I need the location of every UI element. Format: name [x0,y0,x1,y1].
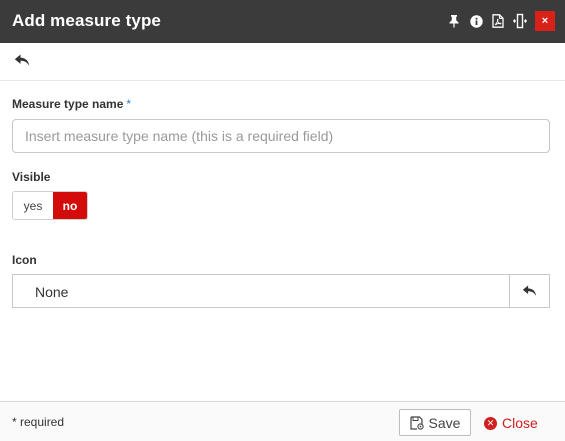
icon-label: Icon [12,253,37,267]
form-toolbar [0,43,565,81]
measure-type-name-label: Measure type name * [12,97,132,111]
titlebar-actions: × [443,11,555,31]
info-icon[interactable] [465,11,487,31]
icon-reset-button[interactable] [509,275,549,307]
close-button[interactable]: ✕ Close [484,414,538,432]
resize-icon[interactable] [509,11,531,31]
visible-no-option[interactable]: no [53,192,87,219]
required-star: * [126,97,132,111]
close-button-label: Close [502,415,538,431]
measure-type-name-input[interactable] [12,119,550,153]
icon-value: None [35,284,69,300]
save-icon [409,415,424,430]
window-title: Add measure type [12,11,161,30]
reply-arrow-icon [14,54,30,66]
visible-label: Visible [12,170,51,184]
pin-icon[interactable] [443,11,465,31]
save-button-label: Save [428,414,461,431]
visible-toggle: yes no [12,191,88,220]
dialog-footer: * required Save ✕ Close [0,401,565,441]
window-titlebar: Add measure type × [0,0,565,43]
required-note: * required [12,415,65,429]
pdf-icon[interactable] [487,11,509,31]
icon-selector[interactable]: None [12,274,550,308]
reply-arrow-icon [522,285,537,296]
save-button[interactable]: Save [399,409,471,436]
close-circle-icon: ✕ [484,416,497,430]
back-button[interactable] [14,54,34,70]
window-close-button[interactable]: × [535,11,555,31]
visible-yes-option[interactable]: yes [13,192,53,219]
